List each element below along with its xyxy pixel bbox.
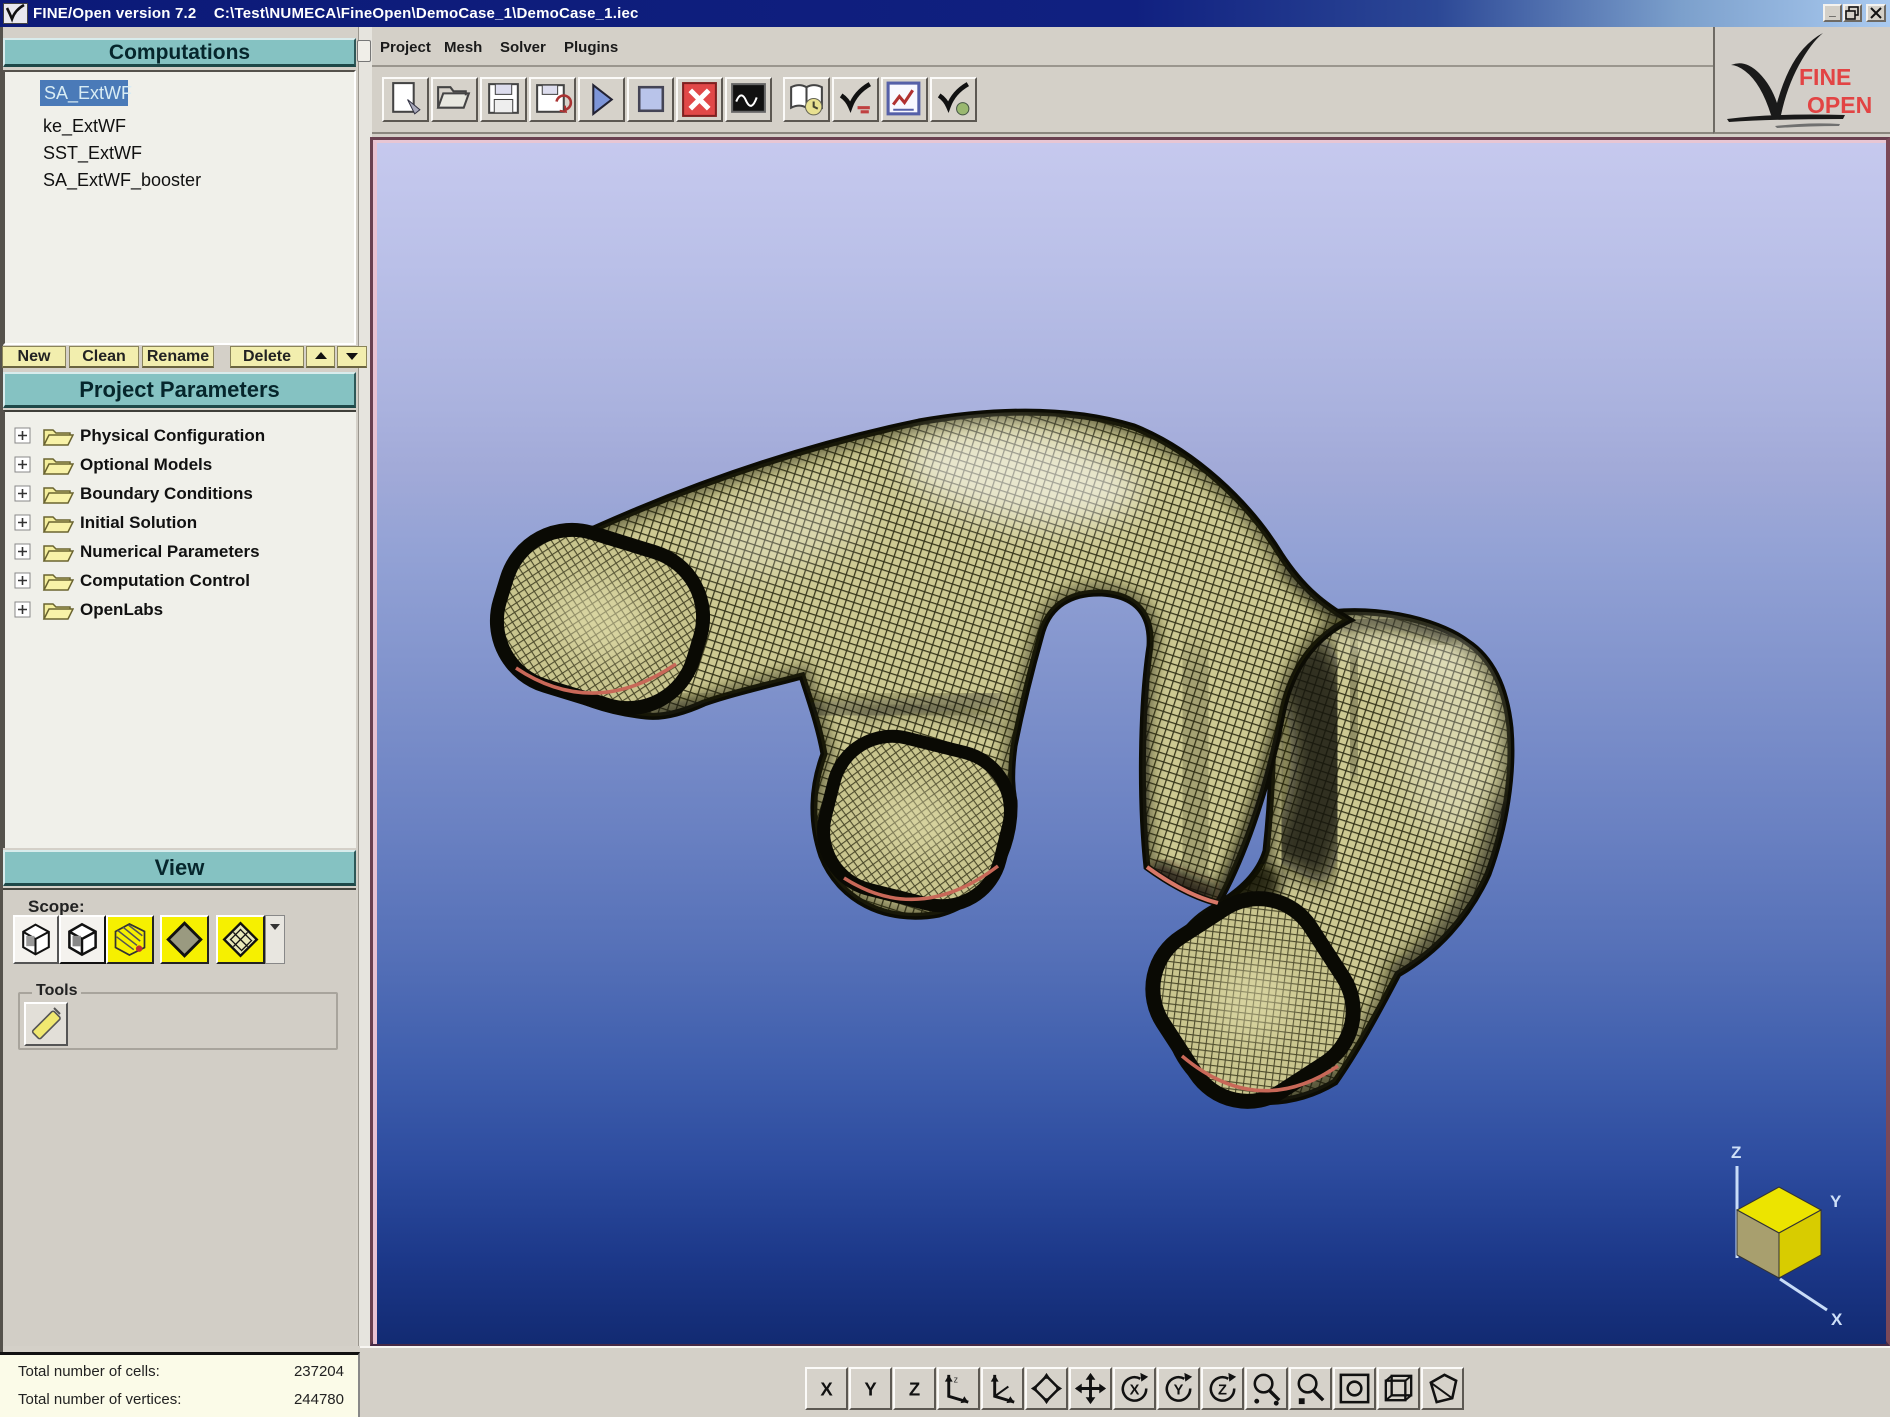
- svg-text:Z: Z: [1731, 1143, 1741, 1162]
- svg-text:z: z: [954, 1375, 958, 1385]
- svg-text:X: X: [1831, 1310, 1843, 1329]
- svg-text:FINE: FINE: [1799, 64, 1851, 90]
- svg-text:Z: Z: [1218, 1382, 1227, 1398]
- svg-text:X: X: [1130, 1382, 1140, 1398]
- svg-text:Y: Y: [864, 1378, 877, 1399]
- svg-text:Y: Y: [1174, 1382, 1184, 1398]
- svg-text:Z: Z: [909, 1378, 920, 1399]
- svg-text:OPEN: OPEN: [1807, 92, 1872, 118]
- svg-text:X: X: [820, 1378, 833, 1399]
- svg-text:Y: Y: [1830, 1192, 1842, 1211]
